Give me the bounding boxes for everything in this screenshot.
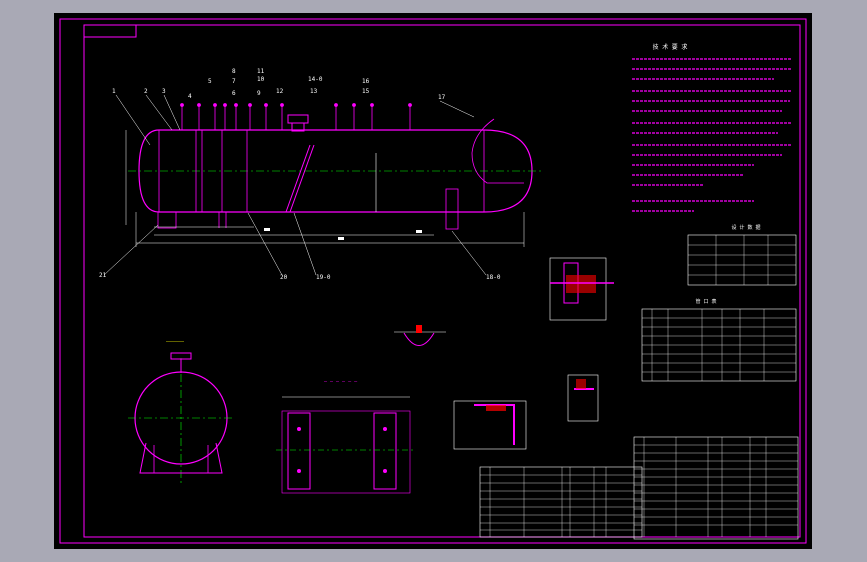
saddle-plan-view: — — — — — — [276,379,416,494]
cad-viewer: 1 2 3 4 5 6 7 8 9 10 11 12 13 14-0 15 16… [0,0,867,562]
design-data-title: 设 计 数 据 [731,224,760,231]
drawing-sheet[interactable]: 1 2 3 4 5 6 7 8 9 10 11 12 13 14-0 15 16… [54,13,812,549]
nozzle-table: 管 口 表 [641,298,797,382]
design-data-table: 设 计 数 据 [687,224,797,286]
callout-11: 11 [257,68,265,75]
callout-20: 20 [280,274,288,281]
drawing-canvas: 1 2 3 4 5 6 7 8 9 10 11 12 13 14-0 15 16… [59,18,807,544]
callout-13: 13 [310,88,318,95]
callout-18-0: 18-0 [486,274,501,281]
bill-of-materials [479,436,799,540]
callout-19-0: 19-0 [316,274,331,281]
callout-21: 21 [99,272,107,279]
svg-text:——————: —————— [166,339,185,345]
technical-notes: 技 术 要 求 [632,43,792,212]
vessel-elevation [125,103,544,247]
vessel-end-view: —————— [128,339,234,483]
callout-2: 2 [144,88,148,95]
callout-7: 7 [232,78,236,85]
callout-9: 9 [257,90,261,97]
callout-4: 4 [188,93,192,100]
detail-views [394,257,614,450]
callout-12: 12 [276,88,284,95]
callout-16: 16 [362,78,370,85]
nozzle-table-title: 管 口 表 [695,298,716,305]
callout-14-0: 14-0 [308,76,323,83]
outer-frame [59,18,807,544]
callout-6: 6 [232,90,236,97]
callout-3: 3 [162,88,166,95]
top-left-title-box [83,24,137,38]
callout-8: 8 [232,68,236,75]
notes-heading: 技 术 要 求 [653,43,688,51]
callout-15: 15 [362,88,370,95]
callout-10: 10 [257,76,265,83]
svg-text:— — — — — —: — — — — — — [324,379,358,385]
callout-1: 1 [112,88,116,95]
callout-5: 5 [208,78,212,85]
callout-17: 17 [438,94,446,101]
